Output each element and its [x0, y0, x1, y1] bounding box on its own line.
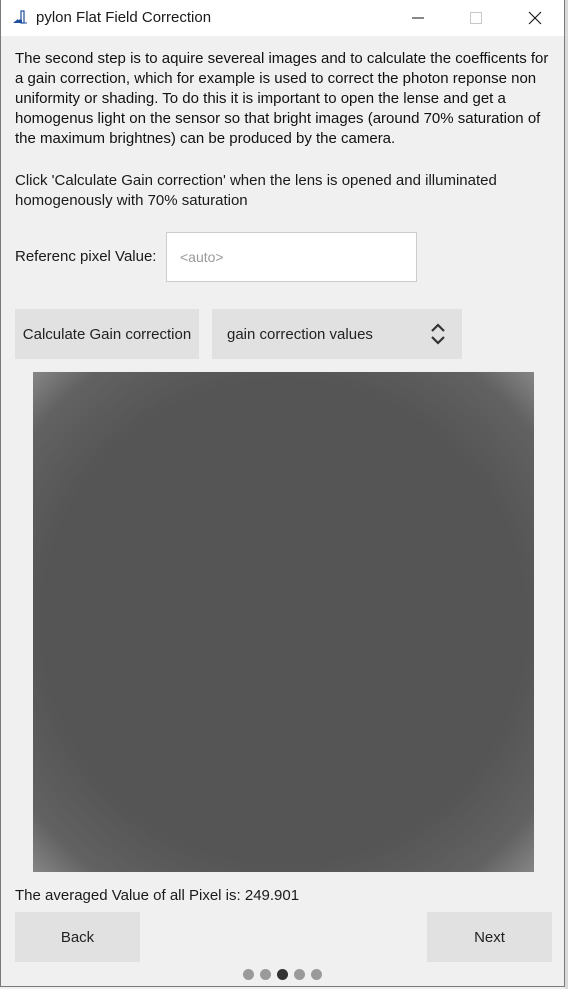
maximize-icon [470, 12, 482, 24]
instructions-paragraph: The second step is to aquire severeal im… [15, 50, 549, 147]
dialog-window: pylon Flat Field Correction The second s… [0, 0, 565, 987]
step-dot-active [277, 969, 288, 980]
gain-correction-image [33, 372, 534, 872]
reference-pixel-input[interactable] [166, 232, 417, 282]
calculate-instructions: Click 'Calculate Gain correction' when t… [15, 172, 497, 209]
next-button[interactable]: Next [427, 912, 552, 962]
minimize-icon [412, 17, 424, 19]
step-dot [243, 969, 254, 980]
step-indicator [243, 969, 322, 980]
view-mode-select[interactable]: gain correction values [212, 309, 462, 359]
step-dot [311, 969, 322, 980]
up-down-chevron-icon [431, 323, 445, 345]
window-title: pylon Flat Field Correction [36, 9, 212, 26]
averaged-pixel-value: The averaged Value of all Pixel is: 249.… [15, 887, 300, 904]
view-mode-selected-value: gain correction values [227, 326, 373, 343]
app-icon [13, 10, 27, 24]
maximize-button[interactable] [453, 0, 499, 36]
close-icon [528, 11, 542, 25]
title-bar: pylon Flat Field Correction [1, 0, 564, 36]
step-dot [294, 969, 305, 980]
reference-pixel-label: Referenc pixel Value: [15, 248, 157, 265]
vignetting-overlay [33, 372, 534, 872]
minimize-button[interactable] [395, 0, 441, 36]
close-button[interactable] [512, 0, 558, 36]
step-dot [260, 969, 271, 980]
calculate-gain-correction-button[interactable]: Calculate Gain correction [15, 309, 199, 359]
back-button[interactable]: Back [15, 912, 140, 962]
